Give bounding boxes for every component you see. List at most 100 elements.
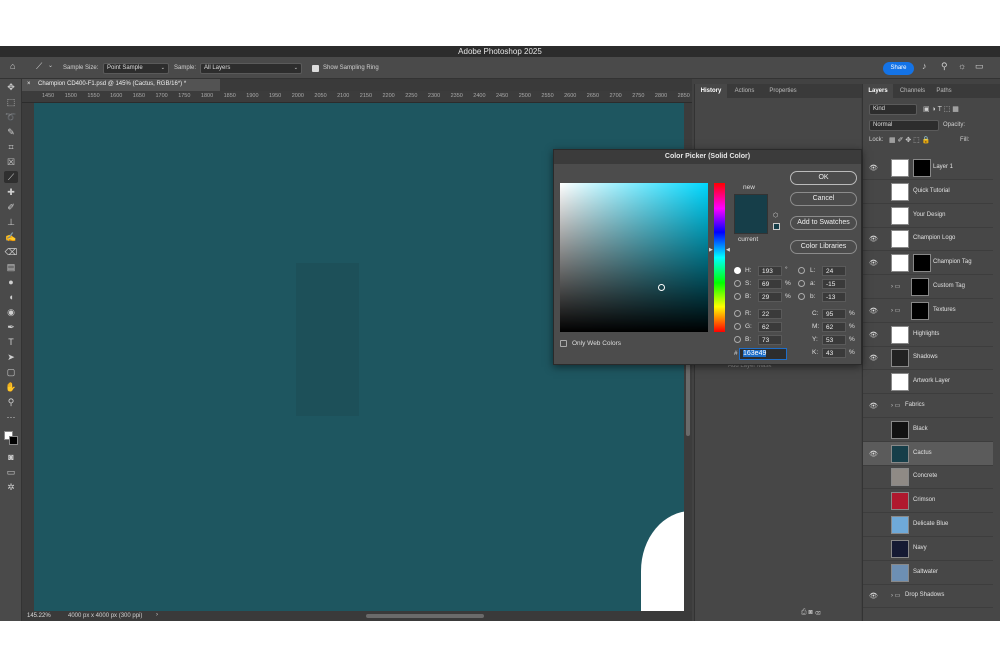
light-bulb-icon[interactable]: ☼ xyxy=(958,62,966,71)
folder-icon[interactable]: › ▭ xyxy=(891,283,900,290)
filter-icons[interactable]: ▣ ◑ T ⬚ ▦ xyxy=(923,105,959,113)
visibility-eye-icon[interactable]: 👁 xyxy=(869,307,878,315)
input-l[interactable]: 24 xyxy=(822,266,846,276)
history-brush-tool-icon[interactable]: ✍ xyxy=(4,231,18,243)
hue-slider-left-arrow[interactable]: ▶ xyxy=(709,247,713,253)
lock-icons[interactable]: ▦ ✐ ✥ ⬚ 🔒 xyxy=(889,136,930,144)
tab-actions[interactable]: Actions xyxy=(728,84,761,98)
radio-s[interactable] xyxy=(734,280,741,287)
quick-select-tool-icon[interactable]: ✎ xyxy=(4,126,18,138)
panel-layout-icon[interactable]: ▭ xyxy=(975,62,984,71)
eyedropper-tool-icon[interactable]: ⟋ xyxy=(4,171,18,183)
gradient-tool-icon[interactable]: ▤ xyxy=(4,261,18,273)
layer-row[interactable]: 👁 › ▭ Drop Shadows xyxy=(863,584,993,609)
path-selection-tool-icon[interactable]: ➤ xyxy=(4,351,18,363)
quick-mask-icon[interactable]: ◙ xyxy=(4,451,18,463)
only-web-colors-checkbox[interactable] xyxy=(560,340,567,347)
home-icon[interactable]: ⌂ xyxy=(10,62,15,71)
visibility-eye-icon[interactable]: 👁 xyxy=(869,331,878,339)
radio-r[interactable] xyxy=(734,310,741,317)
input-blue[interactable]: 73 xyxy=(758,335,782,345)
clone-stamp-tool-icon[interactable]: ⊥ xyxy=(4,216,18,228)
crop-tool-icon[interactable]: ⌗ xyxy=(4,141,18,153)
layer-row[interactable]: › ▭ Custom Tag xyxy=(863,275,993,299)
bell-icon[interactable]: ♪ xyxy=(922,62,927,71)
input-y[interactable]: 53 xyxy=(822,335,846,345)
layer-thumbnail[interactable] xyxy=(891,444,909,463)
radio-lab-b[interactable] xyxy=(798,293,805,300)
ok-button[interactable]: OK xyxy=(790,171,857,185)
layer-row[interactable]: 👁 Highlights xyxy=(863,323,993,347)
zoom-tool-icon[interactable]: ⚲ xyxy=(4,396,18,408)
type-tool-icon[interactable]: T xyxy=(4,336,18,348)
layer-thumbnail[interactable] xyxy=(891,182,909,201)
sample-size-select[interactable]: Point Sample ⌄ xyxy=(103,63,169,74)
tool-preset-chevron-icon[interactable]: ⌄ xyxy=(48,63,53,69)
layer-row[interactable]: 👁 › ▭ Textures xyxy=(863,299,993,323)
layer-mask-thumbnail[interactable] xyxy=(911,278,929,296)
layer-thumbnail[interactable] xyxy=(891,159,909,177)
layer-row[interactable]: 👁 Champion Logo xyxy=(863,227,993,252)
cancel-button[interactable]: Cancel xyxy=(790,192,857,206)
tab-properties[interactable]: Properties xyxy=(762,84,804,98)
dodge-tool-icon[interactable]: ◖ xyxy=(4,291,18,303)
show-sampling-ring-checkbox[interactable] xyxy=(312,65,319,72)
radio-blue[interactable] xyxy=(734,336,741,343)
input-s[interactable]: 69 xyxy=(758,279,782,289)
layer-thumbnail[interactable] xyxy=(891,373,909,392)
layer-row[interactable]: Crimson xyxy=(863,489,993,514)
healing-brush-tool-icon[interactable]: ✚ xyxy=(4,186,18,198)
history-bottom-icons[interactable]: ⎙ ◙ ⌫ xyxy=(801,609,820,617)
cube-icon[interactable]: ⬡ xyxy=(773,212,778,219)
pen-tool-icon[interactable]: ✒ xyxy=(4,321,18,333)
chevron-right-icon[interactable]: › xyxy=(156,612,158,618)
more-tools-icon[interactable]: ⋯ xyxy=(4,411,18,423)
layer-row[interactable]: 👁 Layer 1 xyxy=(863,156,993,180)
shape-tool-icon[interactable]: ▢ xyxy=(4,366,18,378)
color-picker-ring[interactable] xyxy=(658,284,665,291)
radio-b[interactable] xyxy=(734,293,741,300)
layer-mask-thumbnail[interactable] xyxy=(913,254,931,273)
generative-icon[interactable]: ✲ xyxy=(4,481,18,493)
hex-input[interactable]: 163e49 xyxy=(739,348,787,360)
layer-row[interactable]: 👁 Cactus xyxy=(863,441,993,466)
layer-thumbnail[interactable] xyxy=(891,254,909,273)
layer-row[interactable]: Delicate Blue xyxy=(863,513,993,537)
eyedropper-tool-icon[interactable]: ⟋ xyxy=(36,62,42,71)
layer-row[interactable]: Your Design xyxy=(863,204,993,228)
web-safe-swatch[interactable] xyxy=(773,223,780,230)
visibility-eye-icon[interactable]: 👁 xyxy=(869,450,878,458)
horizontal-scroll-thumb[interactable] xyxy=(366,614,484,618)
layer-thumbnail[interactable] xyxy=(891,539,909,558)
folder-icon[interactable]: › ▭ xyxy=(891,402,900,409)
eraser-tool-icon[interactable]: ⌫ xyxy=(4,246,18,258)
zoom-level[interactable]: 145.22% xyxy=(27,613,51,619)
color-libraries-button[interactable]: Color Libraries xyxy=(790,240,857,254)
radio-h[interactable] xyxy=(734,267,741,274)
frame-tool-icon[interactable]: ☒ xyxy=(4,156,18,168)
input-r[interactable]: 22 xyxy=(758,309,782,319)
visibility-eye-icon[interactable]: 👁 xyxy=(869,259,878,267)
layer-filter-kind[interactable]: Kind xyxy=(869,104,917,115)
close-tab-icon[interactable]: × xyxy=(27,81,31,87)
layer-thumbnail[interactable] xyxy=(891,230,909,249)
layer-thumbnail[interactable] xyxy=(891,468,909,487)
input-c[interactable]: 95 xyxy=(822,309,846,319)
layer-row[interactable]: 👁 Shadows xyxy=(863,346,993,371)
layer-row[interactable]: Navy xyxy=(863,537,993,561)
layer-mask-thumbnail[interactable] xyxy=(913,159,931,177)
layer-thumbnail[interactable] xyxy=(891,206,909,225)
radio-g[interactable] xyxy=(734,323,741,330)
visibility-eye-icon[interactable]: 👁 xyxy=(869,164,878,172)
radio-l[interactable] xyxy=(798,267,805,274)
saturation-brightness-field[interactable] xyxy=(560,183,708,332)
hand-tool-icon[interactable]: ✋ xyxy=(4,381,18,393)
layer-thumbnail[interactable] xyxy=(891,349,909,368)
input-b[interactable]: 29 xyxy=(758,292,782,302)
document-tab[interactable]: × Champion CD400-F1.psd @ 145% (Cactus, … xyxy=(22,79,220,91)
layer-thumbnail[interactable] xyxy=(891,492,909,511)
layer-row[interactable]: Black xyxy=(863,418,993,442)
visibility-eye-icon[interactable]: 👁 xyxy=(869,235,878,243)
hue-slider-right-arrow[interactable]: ◀ xyxy=(726,247,730,253)
tab-history[interactable]: History xyxy=(695,84,727,98)
